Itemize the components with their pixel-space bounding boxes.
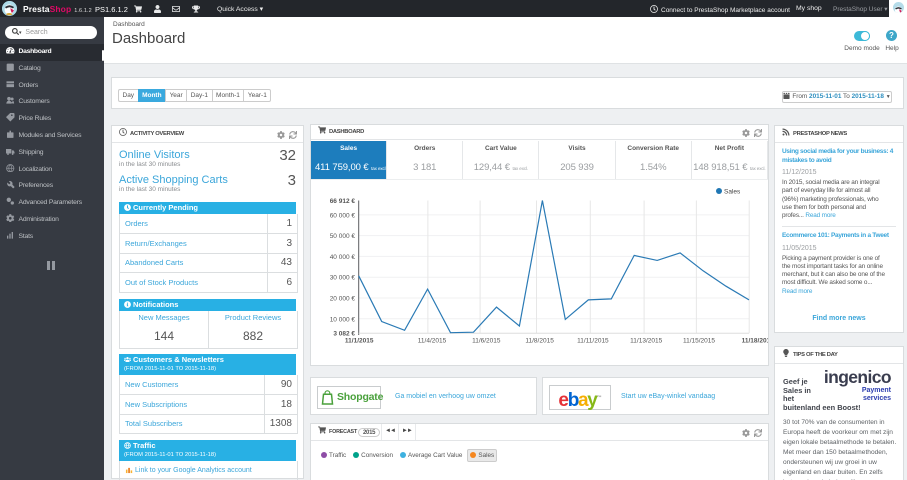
svg-text:Sales: Sales xyxy=(724,189,741,196)
svg-text:40 000 €: 40 000 € xyxy=(330,254,356,261)
svg-text:20 000 €: 20 000 € xyxy=(330,296,356,303)
svg-text:11/4/2015: 11/4/2015 xyxy=(418,338,447,345)
svg-text:11/18/201: 11/18/201 xyxy=(742,338,768,345)
svg-text:11/6/2015: 11/6/2015 xyxy=(472,338,501,345)
svg-text:66 912 €: 66 912 € xyxy=(330,198,356,205)
svg-text:11/15/2015: 11/15/2015 xyxy=(683,338,715,345)
svg-text:50 000 €: 50 000 € xyxy=(330,233,356,240)
svg-text:11/1/2015: 11/1/2015 xyxy=(345,338,374,345)
svg-text:11/8/2015: 11/8/2015 xyxy=(525,338,554,345)
svg-text:30 000 €: 30 000 € xyxy=(330,275,356,282)
svg-text:10 000 €: 10 000 € xyxy=(330,316,356,323)
svg-text:11/11/2015: 11/11/2015 xyxy=(577,338,609,345)
svg-text:60 000 €: 60 000 € xyxy=(330,212,356,219)
svg-text:11/13/2015: 11/13/2015 xyxy=(630,338,662,345)
